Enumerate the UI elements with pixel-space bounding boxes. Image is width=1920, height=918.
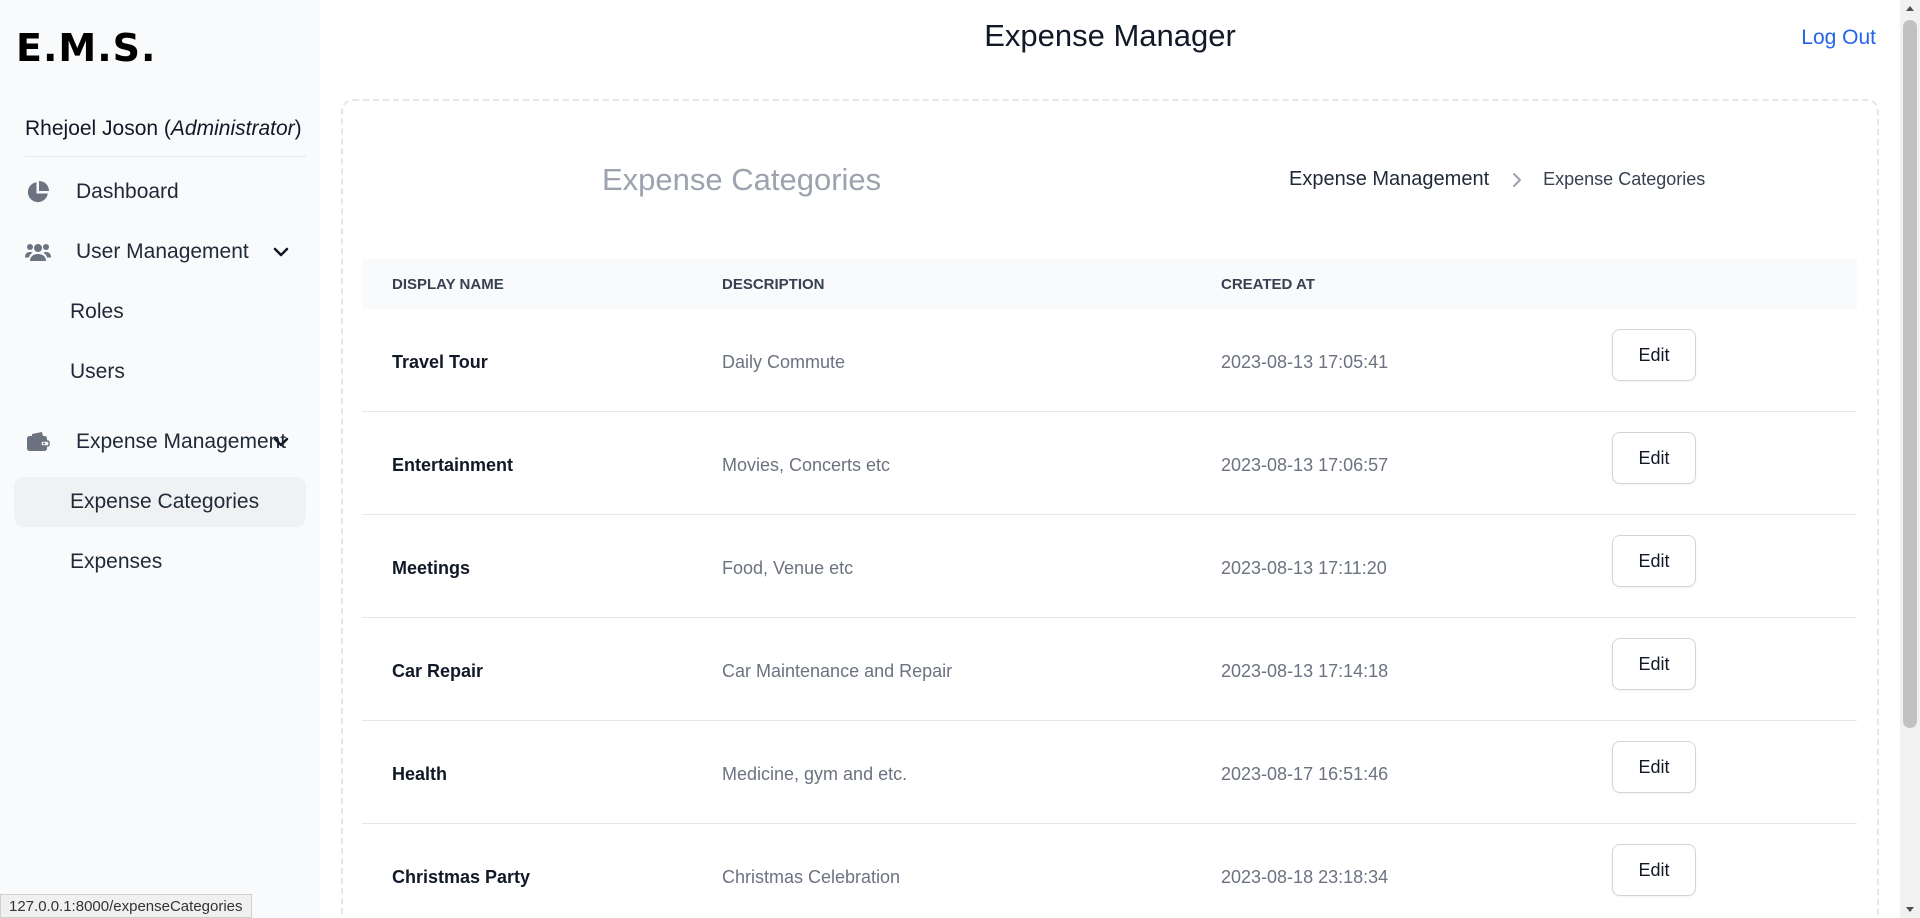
cell-display-name: Entertainment [392,455,514,475]
breadcrumb-item-expense-management[interactable]: Expense Management [1289,168,1489,191]
cell-created-at: 2023-08-13 17:06:57 [1221,455,1389,475]
vertical-scrollbar[interactable] [1900,0,1920,918]
cell-description: Daily Commute [722,352,846,372]
app-title: Expense Manager [984,18,1236,53]
scroll-up-arrow-icon[interactable] [1906,6,1914,11]
chevron-right-icon [1511,171,1525,189]
sidebar-item-users[interactable]: Users [14,347,306,397]
sidebar-item-roles[interactable]: Roles [14,287,306,337]
sidebar-item-expense-categories[interactable]: Expense Categories [14,477,306,527]
table-row: Christmas Party Christmas Celebration 20… [362,824,1857,918]
cell-created-at: 2023-08-13 17:11:20 [1221,558,1387,578]
expense-categories-table: Display Name Description Created At Trav… [362,259,1857,918]
table-row: Car Repair Car Maintenance and Repair 20… [362,618,1857,721]
breadcrumb-item-current: Expense Categories [1543,169,1706,189]
cell-description: Car Maintenance and Repair [722,661,953,681]
chevron-down-icon[interactable] [272,243,290,261]
table-row: Entertainment Movies, Concerts etc 2023-… [362,412,1857,515]
sidebar-item-label: Expenses [70,550,163,573]
table-row: Meetings Food, Venue etc 2023-08-13 17:1… [362,515,1857,618]
user-name: Rhejoel Joson [25,117,159,140]
wallet-icon [25,429,51,455]
cell-display-name: Meetings [392,558,471,578]
sidebar-item-label: Expense Categories [70,490,260,513]
cell-description: Medicine, gym and etc. [722,764,908,784]
cell-description: Christmas Celebration [722,867,901,887]
current-user: Rhejoel Joson (Administrator) [25,117,306,157]
sidebar-item-label: Users [70,360,125,383]
cell-created-at: 2023-08-17 16:51:46 [1221,764,1389,784]
app-logo[interactable]: E.M.S. [16,26,156,70]
page-title: Expense Categories [602,162,882,197]
cell-display-name: Christmas Party [392,867,531,887]
cell-description: Food, Venue etc [722,558,854,578]
cell-created-at: 2023-08-13 17:14:18 [1221,661,1389,681]
scroll-down-arrow-icon[interactable] [1906,907,1914,912]
sidebar-item-user-management[interactable]: User Management [14,227,306,277]
status-bar-url: 127.0.0.1:8000/expenseCategories [0,894,252,918]
cell-display-name: Travel Tour [392,352,488,372]
cell-display-name: Car Repair [392,661,484,681]
user-role: Administrator [170,117,295,140]
edit-button[interactable]: Edit [1612,329,1696,381]
cell-display-name: Health [392,764,448,784]
cell-created-at: 2023-08-18 23:18:34 [1221,867,1389,887]
table-header: Display Name Description Created At [362,259,1857,309]
column-header-display-name: Display Name [392,276,504,293]
edit-button[interactable]: Edit [1612,741,1696,793]
sidebar-item-label: User Management [76,240,249,263]
chevron-down-icon[interactable] [272,433,290,451]
scroll-thumb[interactable] [1903,20,1917,728]
sidebar-item-expense-management[interactable]: Expense Management [14,417,306,467]
table-row: Travel Tour Daily Commute 2023-08-13 17:… [362,309,1857,412]
sidebar-item-dashboard[interactable]: Dashboard [14,167,306,217]
sidebar-item-label: Dashboard [76,180,179,203]
edit-button[interactable]: Edit [1612,638,1696,690]
column-header-created-at: Created At [1221,276,1315,293]
sidebar-item-label: Expense Management [76,430,287,453]
edit-button[interactable]: Edit [1612,844,1696,896]
pie-chart-icon [25,179,51,205]
sidebar-item-expenses[interactable]: Expenses [14,537,306,587]
breadcrumb: Expense Management Expense Categories [1289,168,1705,191]
column-header-description: Description [722,276,825,293]
table-row: Health Medicine, gym and etc. 2023-08-17… [362,721,1857,824]
cell-created-at: 2023-08-13 17:05:41 [1221,352,1389,372]
logout-link[interactable]: Log Out [1801,26,1876,50]
cell-description: Movies, Concerts etc [722,455,891,475]
sidebar: E.M.S. Rhejoel Joson (Administrator) Das… [0,0,320,918]
edit-button[interactable]: Edit [1612,535,1696,587]
users-icon [25,239,51,265]
sidebar-item-label: Roles [70,300,124,323]
edit-button[interactable]: Edit [1612,432,1696,484]
